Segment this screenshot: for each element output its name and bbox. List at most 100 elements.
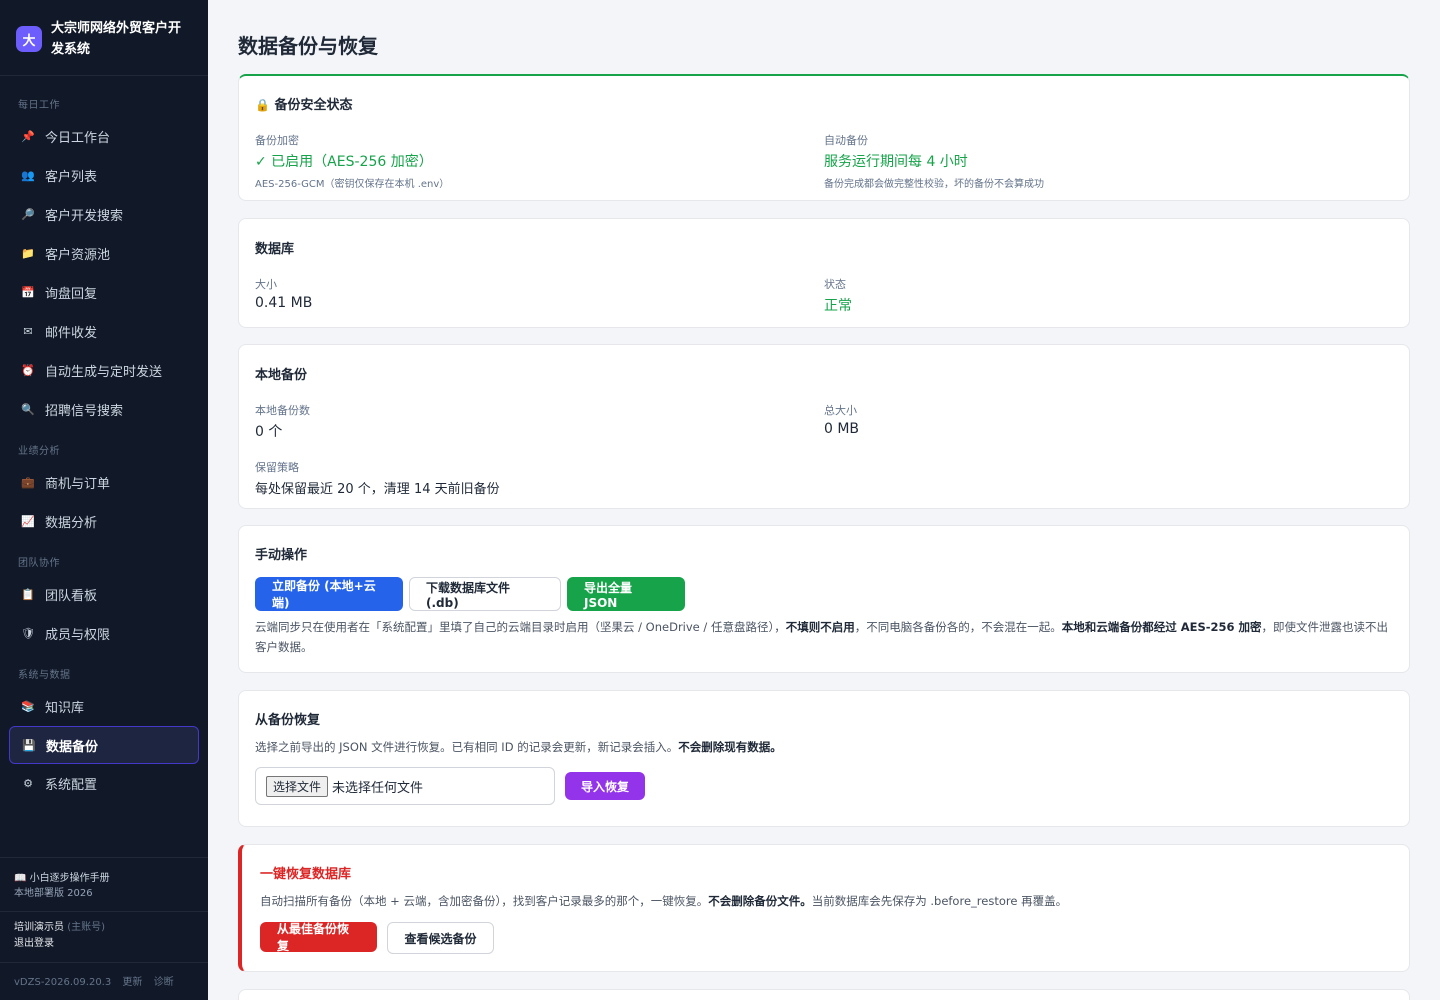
sidebar-item-label: 成员与权限	[45, 628, 111, 643]
export-json-button[interactable]: 导出全量 JSON	[567, 577, 685, 611]
sidebar-item[interactable]: 👥 客户列表	[0, 156, 208, 195]
sidebar-item[interactable]: 🔎 客户开发搜索	[0, 195, 208, 234]
retention-label: 保留策略	[255, 461, 299, 474]
restore-title: 从备份恢复	[255, 713, 321, 728]
sidebar-item-label: 商机与订单	[45, 477, 111, 492]
nav-group-title: 每日工作	[18, 100, 60, 111]
sidebar-item-label: 系统配置	[45, 778, 98, 793]
update-link[interactable]: 更新	[122, 977, 142, 988]
user-name: 培训演示员	[14, 922, 64, 933]
sidebar-item[interactable]: 📋 团队看板	[0, 575, 208, 614]
backup-count-value: 0 个	[255, 424, 283, 440]
encryption-note: AES-256-GCM（密钥仅保存在本机 .env）	[255, 179, 450, 190]
sidebar-item-label: 团队看板	[45, 589, 98, 604]
sidebar-item[interactable]: 📁 客户资源池	[0, 234, 208, 273]
restore-best-button[interactable]: 从最佳备份恢复	[260, 922, 377, 953]
sidebar-item[interactable]: ✉ 邮件收发	[0, 312, 208, 351]
edition-label: 本地部署版 2026	[14, 888, 93, 899]
nav-icon: 💼	[21, 476, 35, 489]
sidebar-item-label: 数据分析	[45, 516, 98, 531]
download-db-button[interactable]: 下载数据库文件 (.db)	[409, 577, 561, 611]
note-part: 云端同步只在使用者在「系统配置」里填了自己的云端目录时启用（坚果云 / OneD…	[255, 620, 786, 634]
db-status-value: 正常	[824, 298, 852, 314]
brand-logo: 大	[16, 26, 42, 52]
sidebar-item-label: 招聘信号搜索	[45, 404, 124, 419]
nav-group-title: 业绩分析	[18, 446, 60, 457]
choose-file-button[interactable]: 选择文件	[266, 775, 329, 797]
retention-value: 每处保留最近 20 个，清理 14 天前旧备份	[255, 482, 500, 497]
nav-icon: 💾	[22, 738, 36, 752]
backup-count-label: 本地备份数	[255, 404, 310, 417]
db-status-label: 状态	[824, 278, 846, 291]
backup-now-button[interactable]: 立即备份 (本地+云端)	[255, 577, 403, 611]
brand: 大 大宗师网络外贸客户开发系统	[0, 0, 208, 76]
logout-link[interactable]: 退出登录	[14, 936, 194, 952]
sidebar-item-label: 客户资源池	[45, 248, 111, 263]
sidebar-item[interactable]: 🔍 招聘信号搜索	[0, 390, 208, 429]
lock-icon: 🔒	[255, 98, 270, 112]
sidebar-item[interactable]: ⚙ 系统配置	[0, 764, 208, 803]
nav-icon: 🔍	[21, 403, 35, 416]
import-restore-button[interactable]: 导入恢复	[565, 772, 646, 800]
database-card: 数据库 大小 0.41 MB 状态 正常	[238, 218, 1410, 328]
sidebar: 大 大宗师网络外贸客户开发系统 每日工作 📌 今日工作台 👥 客户列表 🔎 客户开发搜索 📁 客…	[0, 0, 208, 1000]
sidebar-nav: 每日工作 📌 今日工作台 👥 客户列表 🔎 客户开发搜索 📁 客户资源池 📅 询盘回复 ✉ 邮件收发 ⏰ 自…	[0, 76, 208, 803]
security-title-text: 备份安全状态	[274, 98, 353, 113]
sidebar-item[interactable]: 💾 数据备份	[9, 726, 199, 764]
security-title: 🔒 备份安全状态	[255, 94, 1393, 113]
brand-name: 大宗师网络外贸客户开发系统	[51, 21, 182, 57]
encryption-value: ✓ 已启用（AES-256 加密）	[255, 154, 433, 170]
sidebar-item-label: 客户列表	[45, 170, 98, 185]
no-file-label: 未选择任何文件	[332, 780, 424, 796]
sidebar-item[interactable]: 📈 数据分析	[0, 502, 208, 541]
manual-label: 小白逐步操作手册	[29, 873, 110, 884]
auto-backup-label: 自动备份	[824, 134, 868, 147]
nav-icon: 🛡	[21, 627, 35, 640]
sidebar-item-label: 今日工作台	[45, 131, 111, 146]
manual-ops-title: 手动操作	[255, 548, 308, 563]
restore-card: 从备份恢复 选择之前导出的 JSON 文件进行恢复。已有相同 ID 的记录会更新…	[238, 690, 1410, 827]
version-label: vDZS-2026.09.20.3	[14, 977, 112, 988]
sidebar-item-label: 自动生成与定时发送	[45, 365, 163, 380]
view-candidates-button[interactable]: 查看候选备份	[387, 922, 494, 954]
nav-group-title: 团队协作	[18, 558, 60, 569]
database-title: 数据库	[255, 242, 295, 257]
current-user: 培训演示员 (主账号)	[14, 920, 194, 936]
nav-icon: 📌	[21, 130, 35, 143]
note-bold: 不会删除备份文件。	[708, 894, 812, 908]
sidebar-item[interactable]: 📌 今日工作台	[0, 117, 208, 156]
one-click-title: 一键恢复数据库	[260, 867, 352, 882]
sidebar-item-label: 邮件收发	[45, 326, 98, 341]
nav-icon: ⏰	[21, 364, 35, 377]
sidebar-item-label: 数据备份	[46, 739, 99, 755]
book-icon: 📖	[14, 873, 27, 884]
nav-icon: 📋	[21, 588, 35, 601]
note-part: 当前数据库会先保存为 .before_restore 再覆盖。	[811, 894, 1068, 908]
nav-icon: 👥	[21, 169, 35, 182]
auto-backup-note: 备份完成都会做完整性校验，坏的备份不会算成功	[824, 179, 1044, 190]
sidebar-item[interactable]: 📅 询盘回复	[0, 273, 208, 312]
sidebar-item-label: 客户开发搜索	[45, 209, 124, 224]
note-bold: 不会删除现有数据。	[678, 740, 782, 754]
sidebar-item[interactable]: ⏰ 自动生成与定时发送	[0, 351, 208, 390]
file-input[interactable]: 选择文件 未选择任何文件	[255, 767, 555, 805]
sidebar-item-label: 询盘回复	[45, 287, 98, 302]
auto-backup-value: 服务运行期间每 4 小时	[824, 154, 968, 170]
local-backup-card: 本地备份 本地备份数 0 个 总大小 0 MB 保留策略 每处保留最近 20 个…	[238, 344, 1410, 509]
sidebar-item[interactable]: 🛡 成员与权限	[0, 614, 208, 653]
sidebar-item-label: 知识库	[45, 701, 85, 716]
next-card	[238, 989, 1410, 1000]
manual-ops-note: 云端同步只在使用者在「系统配置」里填了自己的云端目录时启用（坚果云 / OneD…	[255, 617, 1393, 657]
manual-link[interactable]: 📖 小白逐步操作手册	[14, 871, 194, 886]
sidebar-item[interactable]: 💼 商机与订单	[0, 463, 208, 502]
sidebar-item[interactable]: 📚 知识库	[0, 687, 208, 726]
nav-icon: 📈	[21, 515, 35, 528]
backup-total-label: 总大小	[824, 404, 857, 417]
local-backup-title: 本地备份	[255, 368, 308, 383]
nav-icon: 📚	[21, 700, 35, 713]
note-part: 自动扫描所有备份（本地 + 云端，含加密备份），找到客户记录最多的那个，一键恢复…	[260, 894, 709, 908]
manual-ops-card: 手动操作 立即备份 (本地+云端) 下载数据库文件 (.db) 导出全量 JSO…	[238, 525, 1410, 673]
diagnose-link[interactable]: 诊断	[154, 977, 174, 988]
note-bold: 不填则不启用	[785, 620, 855, 634]
backup-total-value: 0 MB	[824, 421, 860, 437]
